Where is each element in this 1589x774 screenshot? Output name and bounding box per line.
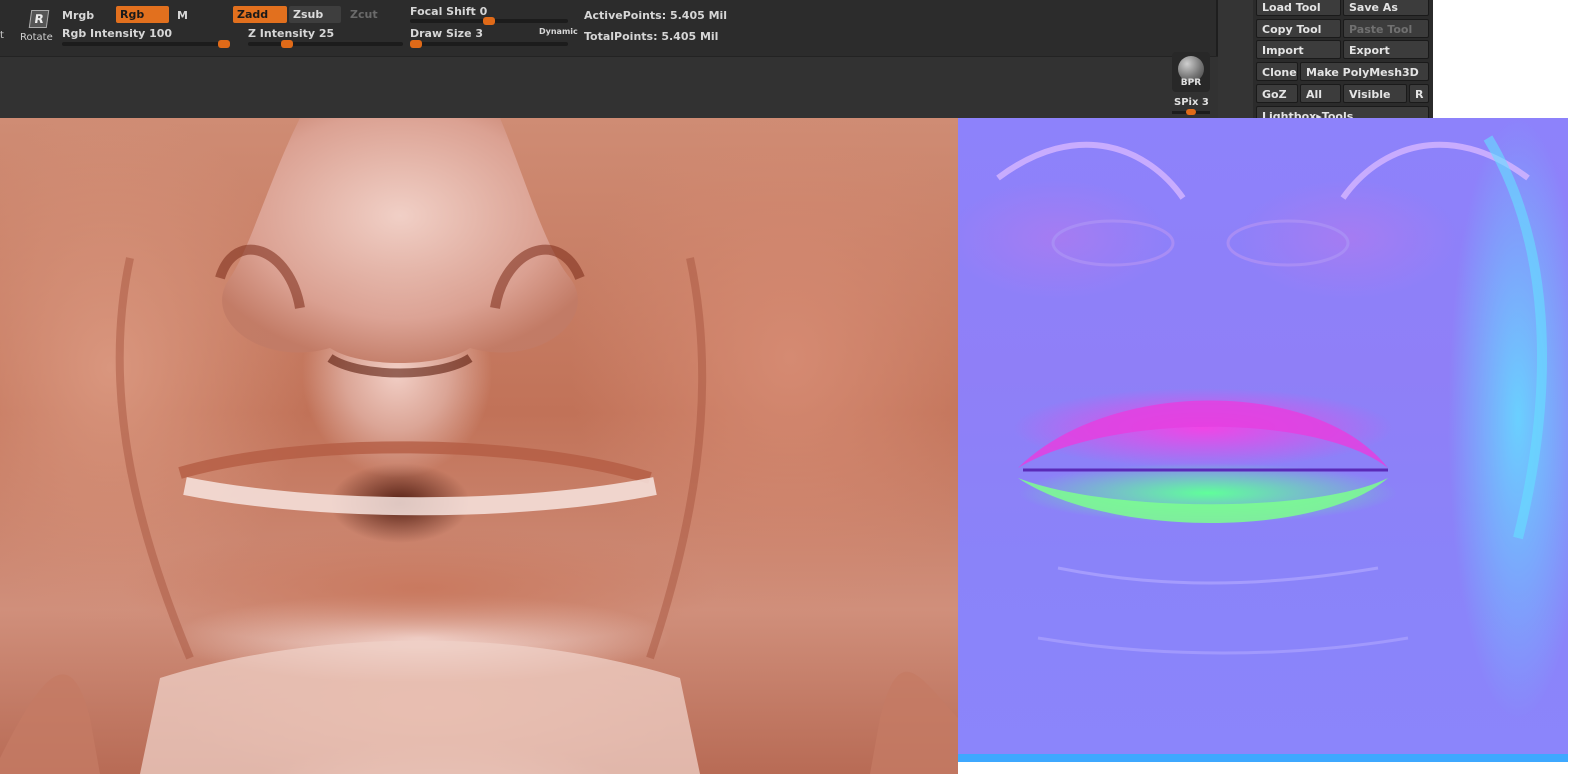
draw-size-label: Draw Size 3 <box>410 27 483 40</box>
goz-visible-button[interactable]: Visible <box>1343 84 1407 103</box>
page-margin-right <box>1568 118 1589 762</box>
spix-label: SPix 3 <box>1174 97 1209 108</box>
spix-slider[interactable] <box>1172 109 1210 115</box>
load-tool-button[interactable]: Load Tool <box>1256 0 1341 16</box>
total-points-value: 5.405 Mil <box>661 30 719 43</box>
left-edge-glyph: t <box>0 30 4 41</box>
active-points-label: ActivePoints: <box>584 9 667 22</box>
focal-shift-text: Focal Shift <box>410 5 476 18</box>
zsub-button[interactable]: Zsub <box>289 6 341 23</box>
rgb-button[interactable]: Rgb <box>116 6 169 23</box>
zadd-button[interactable]: Zadd <box>233 6 287 23</box>
tool-panel: Load Tool Save As Copy Tool Paste Tool I… <box>1253 0 1433 125</box>
save-as-button[interactable]: Save As <box>1343 0 1429 16</box>
rotate-icon: R <box>28 10 50 28</box>
window-edge <box>1433 0 1589 118</box>
rgb-intensity-slider[interactable] <box>62 40 230 48</box>
bpr-render-button[interactable]: BPR <box>1172 52 1210 92</box>
clone-button[interactable]: Clone <box>1256 62 1298 81</box>
z-intensity-slider[interactable] <box>248 40 403 48</box>
total-points-label: TotalPoints: <box>584 30 658 43</box>
focal-shift-slider[interactable] <box>410 17 568 25</box>
normal-map-bottom-edge <box>958 754 1568 762</box>
mrgb-button[interactable]: Mrgb <box>62 9 94 22</box>
make-polymesh-button[interactable]: Make PolyMesh3D <box>1300 62 1429 81</box>
import-button[interactable]: Import <box>1256 40 1341 59</box>
spix-text: SPix <box>1174 97 1199 108</box>
page-margin-bottom <box>958 762 1589 774</box>
rotate-button[interactable]: R Rotate <box>20 8 60 46</box>
sculpt-viewport-face[interactable] <box>0 118 958 774</box>
rgb-intensity-text: Rgb Intensity <box>62 27 146 40</box>
normal-map-shading <box>996 135 1547 655</box>
z-intensity-value: 25 <box>318 27 335 40</box>
zcut-button[interactable]: Zcut <box>346 6 384 23</box>
draw-size-text: Draw Size <box>410 27 472 40</box>
draw-size-knob[interactable] <box>410 40 422 48</box>
spix-knob[interactable] <box>1186 109 1196 115</box>
face-shading <box>0 118 958 774</box>
rgb-intensity-label: Rgb Intensity 100 <box>62 27 172 40</box>
dynamic-toggle[interactable]: Dynamic <box>539 27 578 36</box>
goz-button[interactable]: GoZ <box>1256 84 1298 103</box>
z-intensity-label: Z Intensity 25 <box>248 27 334 40</box>
z-intensity-text: Z Intensity <box>248 27 316 40</box>
active-points-value: 5.405 Mil <box>669 9 728 22</box>
active-points: ActivePoints: 5.405 Mil <box>584 9 727 22</box>
rgb-intensity-knob[interactable] <box>218 40 230 48</box>
top-toolbar: t R Rotate Mrgb Rgb M Zadd Zsub Zcut Rgb… <box>0 0 1218 56</box>
goz-r-button[interactable]: R <box>1409 84 1429 103</box>
draw-size-value: 3 <box>475 27 484 40</box>
focal-shift-label: Focal Shift 0 <box>410 5 487 18</box>
rgb-intensity-value: 100 <box>149 27 173 40</box>
bpr-label: BPR <box>1180 78 1202 88</box>
panel-gutter <box>1218 0 1253 118</box>
normal-map-image <box>958 118 1568 754</box>
spix-value: 3 <box>1201 97 1209 108</box>
export-button[interactable]: Export <box>1343 40 1429 59</box>
m-button[interactable]: M <box>177 9 188 22</box>
z-intensity-knob[interactable] <box>280 40 293 48</box>
copy-tool-button[interactable]: Copy Tool <box>1256 19 1341 38</box>
paste-tool-button[interactable]: Paste Tool <box>1343 19 1429 38</box>
rotate-label: Rotate <box>20 32 53 43</box>
total-points: TotalPoints: 5.405 Mil <box>584 30 718 43</box>
goz-all-button[interactable]: All <box>1300 84 1341 103</box>
document-bar <box>0 56 1218 119</box>
focal-shift-knob[interactable] <box>483 17 495 25</box>
draw-size-slider[interactable] <box>410 40 568 48</box>
